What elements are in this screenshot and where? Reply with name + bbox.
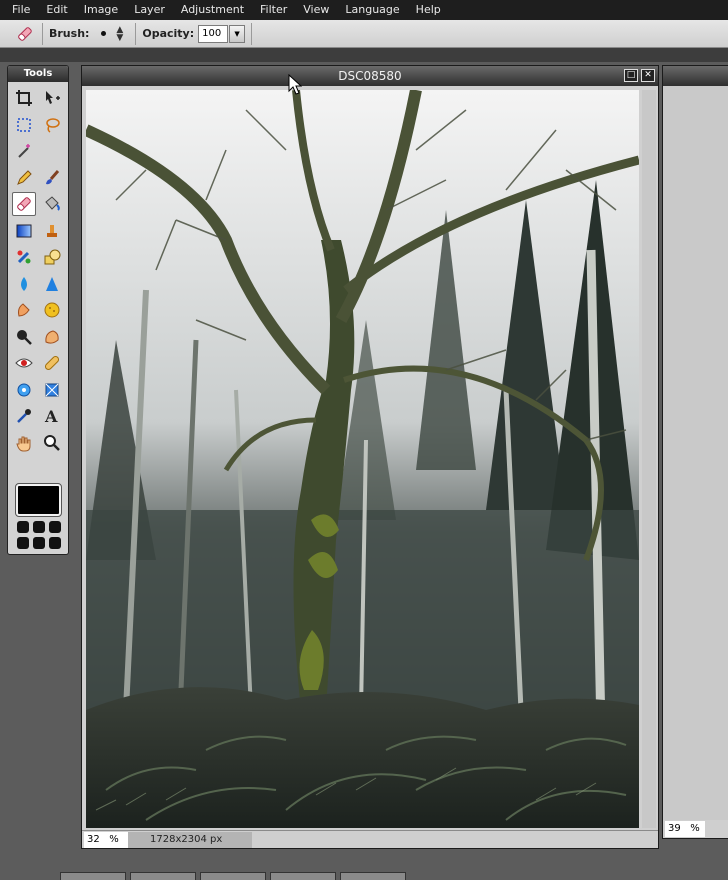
brush-preview[interactable] bbox=[101, 31, 107, 36]
image-canvas[interactable] bbox=[86, 90, 639, 828]
menu-file[interactable]: File bbox=[4, 0, 38, 20]
marquee-select-icon[interactable] bbox=[12, 113, 36, 137]
brush-icon[interactable] bbox=[40, 166, 64, 190]
background-window-title-bar[interactable] bbox=[663, 66, 728, 86]
opacity-dropdown-button[interactable]: ▼ bbox=[229, 24, 246, 43]
blur-icon[interactable] bbox=[12, 272, 36, 296]
close-button[interactable]: ✕ bbox=[641, 69, 655, 82]
swatch[interactable] bbox=[49, 521, 61, 533]
background-window-zoom[interactable]: 39 % bbox=[665, 821, 705, 837]
hand-icon[interactable] bbox=[12, 431, 36, 455]
dock-item[interactable] bbox=[340, 872, 406, 880]
type-icon[interactable]: A bbox=[40, 404, 64, 428]
menu-view[interactable]: View bbox=[295, 0, 337, 20]
image-window-title: DSC08580 bbox=[338, 69, 402, 83]
brush-label: Brush: bbox=[49, 27, 90, 40]
options-bar: Brush: ▲ ▼ Opacity: 100 ▼ bbox=[0, 20, 728, 48]
image-window-status-bar: 32 % 1728x2304 px bbox=[82, 830, 658, 848]
forest-photo bbox=[86, 90, 639, 828]
dock-item[interactable] bbox=[200, 872, 266, 880]
mouse-cursor-icon bbox=[288, 73, 303, 99]
dock-item[interactable] bbox=[270, 872, 336, 880]
maximize-button[interactable]: □ bbox=[624, 69, 638, 82]
menu-adjustment[interactable]: Adjustment bbox=[173, 0, 252, 20]
burn-icon[interactable] bbox=[40, 325, 64, 349]
tools-panel: Tools A bbox=[7, 65, 69, 555]
swatch[interactable] bbox=[49, 537, 61, 549]
menu-layer[interactable]: Layer bbox=[126, 0, 173, 20]
background-image-window[interactable]: 39 % bbox=[662, 65, 728, 839]
color-swatch-grid bbox=[17, 521, 61, 549]
foreground-color-swatch[interactable] bbox=[15, 483, 62, 517]
pinch-icon[interactable] bbox=[40, 378, 64, 402]
swatch[interactable] bbox=[17, 537, 29, 549]
vertical-scrollbar[interactable] bbox=[642, 90, 656, 828]
menu-help[interactable]: Help bbox=[408, 0, 449, 20]
smudge-icon[interactable] bbox=[12, 298, 36, 322]
image-dimensions: 1728x2304 px bbox=[128, 831, 252, 848]
menu-bar: File Edit Image Layer Adjustment Filter … bbox=[0, 0, 728, 20]
draw-shape-icon[interactable] bbox=[40, 245, 64, 269]
image-window: DSC08580 □ ✕ 32 % 1728x2304 px bbox=[81, 65, 659, 849]
bucket-fill-icon[interactable] bbox=[40, 192, 64, 216]
pencil-icon[interactable] bbox=[12, 166, 36, 190]
opacity-label: Opacity: bbox=[142, 27, 195, 40]
move-icon[interactable] bbox=[40, 86, 64, 110]
swatch[interactable] bbox=[17, 521, 29, 533]
gradient-icon[interactable] bbox=[12, 219, 36, 243]
dock-item[interactable] bbox=[130, 872, 196, 880]
eraser-icon bbox=[14, 23, 36, 45]
empty-slot bbox=[40, 139, 64, 163]
lasso-icon[interactable] bbox=[40, 113, 64, 137]
background-window-status-bar: 39 % bbox=[663, 820, 728, 838]
opacity-input[interactable]: 100 bbox=[198, 24, 229, 43]
red-eye-icon[interactable] bbox=[12, 351, 36, 375]
separator bbox=[251, 22, 253, 45]
spot-heal-icon[interactable] bbox=[40, 351, 64, 375]
menu-language[interactable]: Language bbox=[337, 0, 407, 20]
menu-edit[interactable]: Edit bbox=[38, 0, 75, 20]
menu-image[interactable]: Image bbox=[76, 0, 126, 20]
crop-icon[interactable] bbox=[12, 86, 36, 110]
zoom-icon[interactable] bbox=[40, 431, 64, 455]
swatch[interactable] bbox=[33, 537, 45, 549]
image-window-title-bar[interactable]: DSC08580 □ ✕ bbox=[82, 66, 658, 86]
bottom-dock bbox=[60, 872, 500, 880]
magic-wand-icon[interactable] bbox=[12, 139, 36, 163]
color-replace-icon[interactable] bbox=[12, 245, 36, 269]
zoom-level-field[interactable]: 32 % bbox=[84, 831, 128, 848]
eraser-icon[interactable] bbox=[12, 192, 36, 216]
swatch[interactable] bbox=[33, 521, 45, 533]
sharpen-icon[interactable] bbox=[40, 272, 64, 296]
dodge-icon[interactable] bbox=[12, 325, 36, 349]
tools-panel-title[interactable]: Tools bbox=[8, 66, 68, 82]
svg-text:A: A bbox=[44, 407, 58, 425]
menu-filter[interactable]: Filter bbox=[252, 0, 295, 20]
clone-stamp-icon[interactable] bbox=[40, 219, 64, 243]
brush-dropdown-icon[interactable]: ▲ ▼ bbox=[116, 25, 123, 42]
color-picker-icon[interactable] bbox=[12, 404, 36, 428]
sponge-icon[interactable] bbox=[40, 298, 64, 322]
workspace-band bbox=[0, 48, 728, 62]
separator bbox=[135, 22, 137, 45]
separator bbox=[42, 22, 43, 45]
dock-item[interactable] bbox=[60, 872, 126, 880]
bloat-icon[interactable] bbox=[12, 378, 36, 402]
